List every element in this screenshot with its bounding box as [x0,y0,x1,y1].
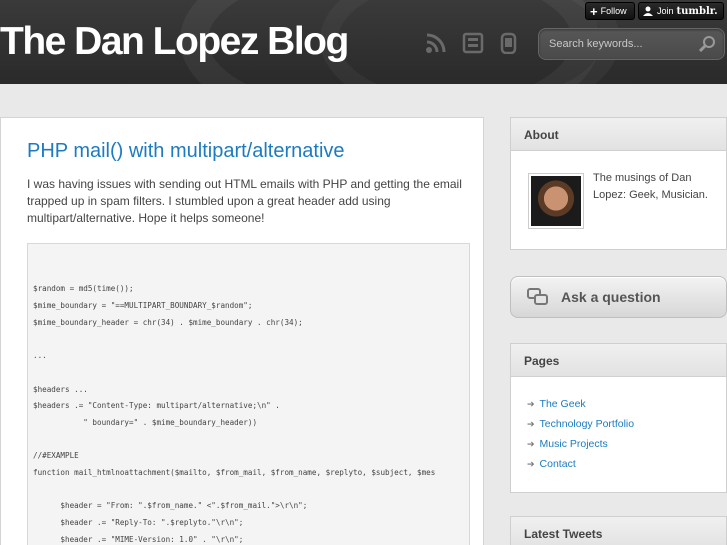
latest-tweets-heading: Latest Tweets [511,517,726,545]
pages-heading: Pages [511,344,726,377]
archive-icon[interactable] [462,32,484,54]
about-heading: About [511,118,726,151]
page-link-the-geek[interactable]: ➔ The Geek [527,398,586,410]
arrow-right-icon: ➔ [527,459,535,469]
latest-tweets-box: Latest Tweets [510,516,727,545]
ask-question-button[interactable]: Ask a question [510,276,727,318]
tumblr-brand: tumblr. [676,5,718,17]
search-input[interactable] [549,36,697,52]
post-body: I was having issues with sending out HTM… [27,177,462,225]
arrow-right-icon: ➔ [527,439,535,449]
code-line: $headers .= "Content-Type: multipart/alt… [33,401,280,410]
join-tumblr-button[interactable]: Join tumblr. [638,2,724,20]
code-line: $header = "From: ".$from_name." <".$from… [33,501,308,510]
follow-button[interactable]: + Follow [585,2,635,20]
chat-bubbles-icon [527,288,549,308]
code-line: function mail_htmlnoattachment($mailto, … [33,468,436,477]
code-block: $random = md5(time()); $mime_boundary = … [27,243,470,545]
arrow-right-icon: ➔ [527,419,535,429]
code-line: $header .= "MIME-Version: 1.0" . "\r\n"; [33,535,244,544]
mobile-icon[interactable] [498,32,520,55]
user-icon [643,6,653,16]
code-line: $random = md5(time()); [33,284,134,293]
post-title[interactable]: PHP mail() with multipart/alternative [27,140,345,163]
arrow-right-icon: ➔ [527,399,535,409]
rss-icon[interactable] [425,32,447,54]
search-icon[interactable] [698,35,716,53]
search-box[interactable] [538,28,725,60]
code-line: ... [33,351,47,360]
join-label: Join [657,6,674,16]
code-line: $mime_boundary = "==MULTIPART_BOUNDARY_$… [33,301,253,310]
page-link-technology-portfolio[interactable]: ➔ Technology Portfolio [527,418,634,430]
plus-icon: + [590,3,598,19]
code-line: $headers ... [33,385,88,394]
blog-post: PHP mail() with multipart/alternative I … [0,117,484,545]
about-box: About The musings of Dan Lopez: Geek, Mu… [510,117,727,250]
follow-label: Follow [600,6,627,16]
about-text: The musings of Dan Lopez: Geek, Musician… [593,172,708,201]
page-link-contact[interactable]: ➔ Contact [527,458,576,470]
ask-question-label: Ask a question [561,289,661,305]
avatar [528,173,584,229]
code-line: $mime_boundary_header = chr(34) . $mime_… [33,318,303,327]
page-link-music-projects[interactable]: ➔ Music Projects [527,438,608,450]
code-line: $header .= "Reply-To: ".$replyto."\r\n"; [33,518,244,527]
pages-box: Pages ➔ The Geek ➔ Technology Portfolio ➔ M… [510,343,727,493]
code-line: " boundary=" . $mime_boundary_header)) [33,418,258,427]
code-line: //#EXAMPLE [33,451,79,460]
blog-title[interactable]: The Dan Lopez Blog [0,20,349,64]
